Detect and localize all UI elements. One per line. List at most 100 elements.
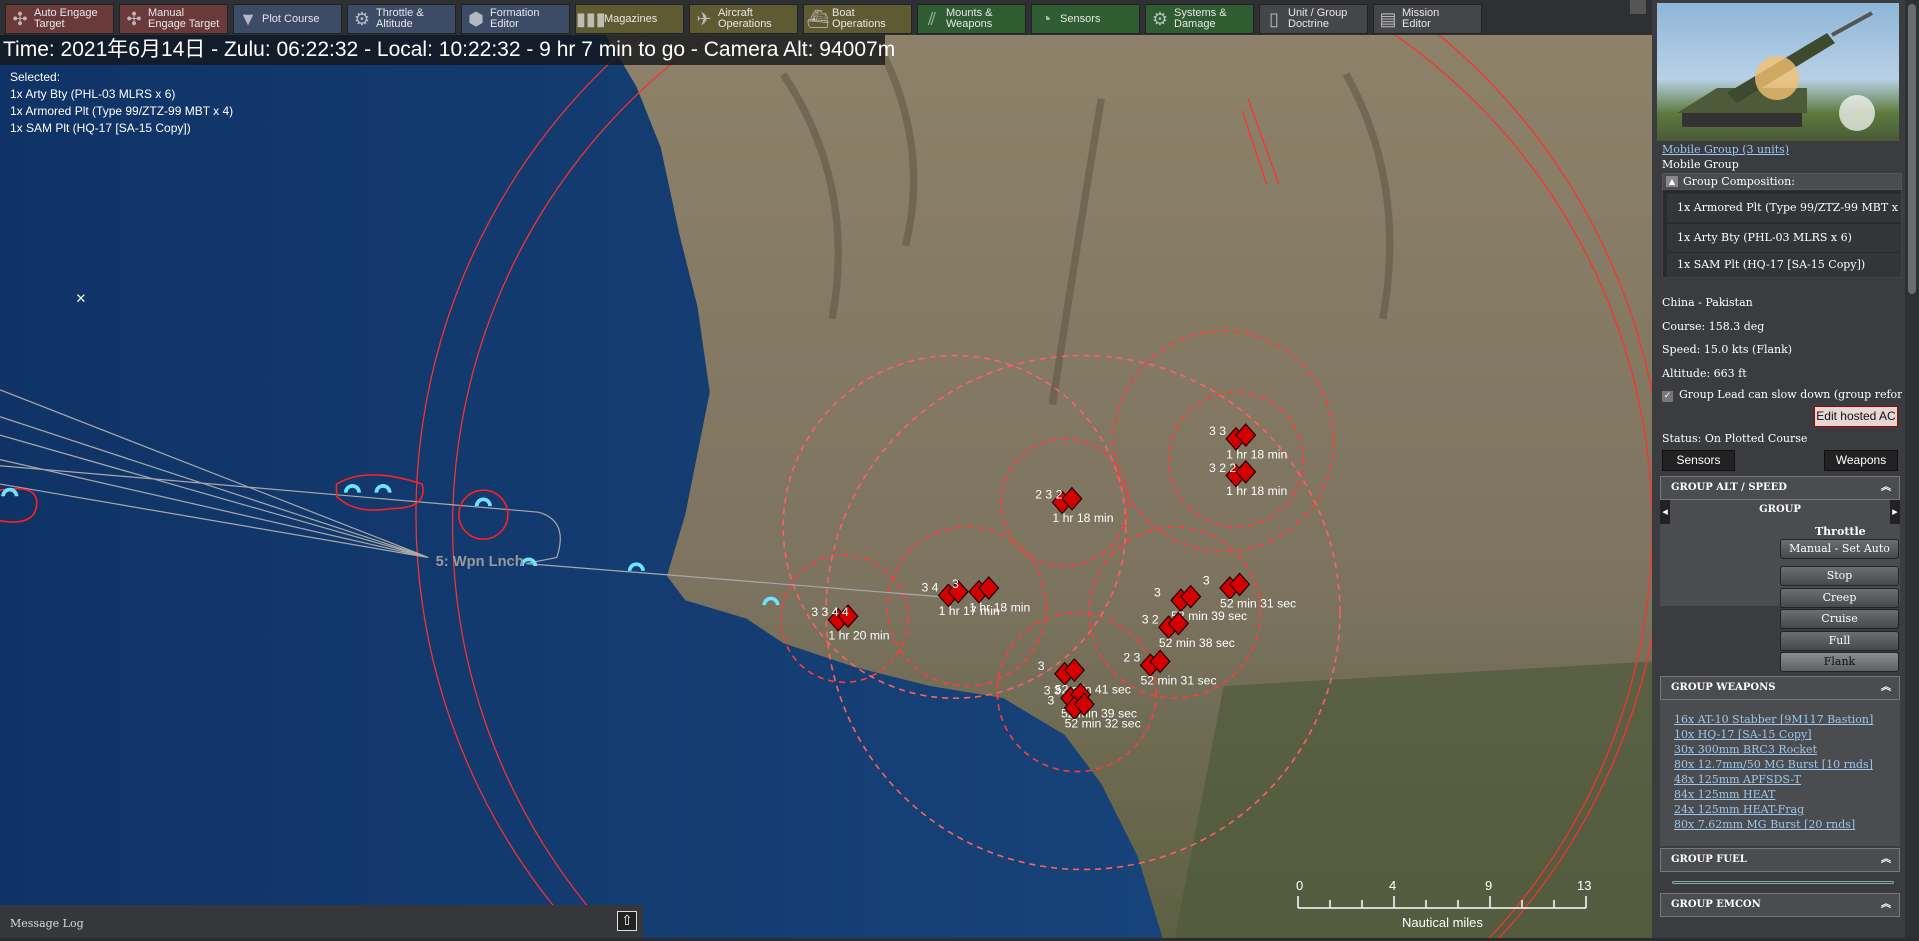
unit-count-label: 3 (952, 577, 959, 591)
weapon-link[interactable]: 80x 7.62mm MG Burst [20 rnds] (1674, 817, 1855, 832)
group-link[interactable]: Mobile Group (3 units) (1662, 143, 1789, 156)
status-bar: Time: 2021年6月14日 - Zulu: 06:22:32 - Loca… (0, 35, 895, 65)
weapon-link[interactable]: 80x 12.7mm/50 MG Burst [10 rnds] (1674, 757, 1873, 772)
unit-count-label: 3 (1047, 693, 1054, 707)
throttle-creep-button[interactable]: Creep (1780, 587, 1899, 608)
map-corner-button[interactable] (1630, 0, 1646, 14)
scale-tick: 9 (1485, 878, 1493, 893)
toolbar-button-mission[interactable]: ▤ Mission Editor (1373, 4, 1482, 34)
course-icon: ▼ (239, 8, 257, 29)
toolbar-button-label: Auto Engage Target (34, 7, 98, 30)
toolbar-button-label: Plot Course (262, 12, 320, 25)
scrollbar-thumb[interactable] (1908, 4, 1916, 294)
collapse-chevron-icon[interactable]: ︽ (1881, 477, 1891, 499)
scale-unit: Nautical miles (1402, 915, 1483, 930)
toolbar-button-label: Unit / Group Doctrine (1288, 7, 1348, 30)
toolbar-button-auto-engage[interactable]: ✣ Auto Engage Target (5, 4, 114, 34)
toolbar-button-manual[interactable]: ✣ Manual Engage Target (119, 4, 228, 34)
crosshair-icon: ✣ (12, 8, 28, 29)
map-canvas[interactable]: 5: Wpn Lnch 3 31 hr 18 min3 2 21 hr 18 m… (0, 35, 1652, 938)
status-label: Status: On Plotted Course (1662, 432, 1808, 445)
toolbar: ✣ Auto Engage Target ✣ Manual Engage Target ▼ P… (0, 0, 1652, 35)
edit-hosted-ac-button[interactable]: Edit hosted AC (1814, 406, 1898, 427)
unit-eta-label: 1 hr 18 min (1052, 511, 1113, 525)
weapon-link[interactable]: 24x 125mm HEAT-Frag (1674, 802, 1804, 817)
composition-item[interactable]: 1x Armored Plt (Type 99/ZTZ-99 MBT x (1667, 194, 1901, 222)
weapon-link[interactable]: 10x HQ-17 [SA-15 Copy] (1674, 727, 1812, 742)
toolbar-button-mounts[interactable]: ⫽ Mounts & Weapons (917, 4, 1026, 34)
speed-label: Speed: 15.0 kts (Flank) (1662, 343, 1793, 356)
toolbar-button-label: Mission Editor (1402, 7, 1440, 30)
map-marker-x: × (76, 288, 86, 308)
composition-item[interactable]: 1x Arty Bty (PHL-03 MLRS x 6) (1667, 224, 1901, 252)
panel-scrollbar[interactable] (1905, 0, 1919, 938)
scale-tick: 13 (1577, 878, 1592, 893)
throttle-cruise-button[interactable]: Cruise (1780, 609, 1899, 629)
unit-count-label: 3 2 2 (1209, 461, 1236, 475)
throttle-stop-button[interactable]: Stop (1780, 566, 1899, 586)
scale-tick: 0 (1296, 878, 1304, 893)
unit-eta-label: 52 min 31 sec (1140, 674, 1216, 688)
altitude-label: Altitude: 663 ft (1662, 367, 1747, 380)
collapse-icon[interactable]: ▲ (1666, 176, 1678, 187)
toolbar-button-label: Sensors (1060, 12, 1101, 25)
composition-item[interactable]: 1x SAM Plt (HQ-17 [SA-15 Copy]) (1667, 253, 1901, 277)
unit-eta-label: 52 min 32 sec (1065, 717, 1141, 731)
collapse-chevron-icon[interactable]: ︽ (1881, 894, 1891, 916)
collapse-chevron-icon[interactable]: ︽ (1881, 849, 1891, 871)
composition-header[interactable]: ▲ Group Composition: (1662, 173, 1902, 190)
throttle-flank-button[interactable]: Flank (1780, 652, 1899, 672)
course-label: Course: 158.3 deg (1662, 320, 1765, 333)
unit-count-label: 2 3 (1123, 650, 1140, 664)
unit-photo (1657, 3, 1899, 141)
weapons-header[interactable]: GROUP WEAPONS ︽ (1660, 676, 1900, 700)
checkbox-icon[interactable]: ✓ (1662, 391, 1673, 402)
weapon-link[interactable]: 16x AT-10 Stabber [9M117 Bastion] (1674, 712, 1873, 727)
toolbar-button-label: Magazines (604, 12, 658, 25)
weapon-link[interactable]: 84x 125mm HEAT (1674, 787, 1775, 802)
fuel-header[interactable]: GROUP FUEL ︽ (1660, 848, 1900, 872)
toolbar-button-formation[interactable]: ⬢ Formation Editor (461, 4, 570, 34)
unit-panel: Mobile Group (3 units) Mobile Group ▲ Gro… (1652, 0, 1919, 938)
unit-eta-label: 1 hr 18 min (1226, 484, 1287, 498)
composition-title: Group Composition: (1683, 175, 1795, 188)
toolbar-button-systems[interactable]: ⚙ Systems & Damage (1145, 4, 1254, 34)
crosshair-icon: ✣ (126, 8, 142, 29)
unit-count-label: 3 4 (921, 581, 938, 595)
unit-count-label: 3 (1154, 586, 1161, 600)
section-title: GROUP ALT / SPEED (1671, 482, 1787, 493)
side-label: China - Pakistan (1662, 296, 1753, 309)
toolbar-button-sensors[interactable]: ◔ Sensors (1031, 4, 1140, 34)
unit-count-label: 3 (1038, 659, 1045, 673)
weapon-link[interactable]: 30x 300mm BRC3 Rocket (1674, 742, 1817, 757)
collapse-chevron-icon[interactable]: ︽ (1881, 677, 1891, 699)
magazine-icon: ▮▮▮ (576, 8, 606, 29)
unit-eta-label: 1 hr 20 min (828, 628, 889, 642)
expand-log-button[interactable]: ⇧ (617, 911, 637, 931)
toolbar-button-boat[interactable]: ⛴ Boat Operations (803, 4, 912, 34)
toolbar-button-label: Aircraft Operations (718, 7, 772, 30)
selected-title: Selected: (10, 70, 61, 84)
throttle-full-button[interactable]: Full (1780, 630, 1899, 651)
toolbar-button-unit-group[interactable]: ▯ Unit / Group Doctrine (1259, 4, 1368, 34)
sensors-button[interactable]: Sensors (1662, 450, 1735, 471)
toolbar-button-throttle[interactable]: ⚙ Throttle & Altitude (347, 4, 456, 34)
toolbar-button-label: Formation Editor (490, 7, 540, 30)
weapons-button[interactable]: Weapons (1824, 450, 1898, 471)
section-title: GROUP EMCON (1671, 899, 1761, 910)
toolbar-button-label: Mounts & Weapons (946, 7, 993, 30)
message-log[interactable]: Message Log ⇧ (0, 905, 643, 938)
slowdown-checkbox[interactable]: ✓ Group Lead can slow down (group refor (1662, 388, 1902, 402)
map-view[interactable]: 5: Wpn Lnch 3 31 hr 18 min 3 2 21 hr 18 m… (0, 35, 1652, 938)
unit-count-label: 3 3 (1209, 424, 1226, 438)
boat-icon: ⛴ (806, 8, 830, 29)
weapon-link[interactable]: 48x 125mm APFSDS-T (1674, 772, 1801, 787)
emcon-header[interactable]: GROUP EMCON ︽ (1660, 893, 1900, 917)
section-title: GROUP WEAPONS (1671, 682, 1776, 693)
toolbar-button-magazines[interactable]: ▮▮▮ Magazines (575, 4, 684, 34)
document-icon: ▯ (1269, 8, 1279, 29)
toolbar-button-aircraft[interactable]: ✈ Aircraft Operations (689, 4, 798, 34)
alt-speed-header[interactable]: GROUP ALT / SPEED ︽ (1660, 476, 1900, 500)
manual-set-auto-button[interactable]: Manual - Set Auto (1780, 539, 1899, 559)
toolbar-button-plot-course[interactable]: ▼ Plot Course (233, 4, 342, 34)
